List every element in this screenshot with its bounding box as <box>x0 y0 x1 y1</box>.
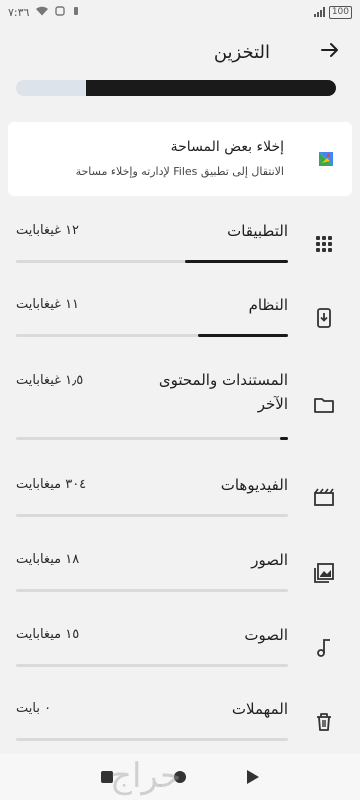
category-size: ١٢ غيغابايت <box>16 223 80 238</box>
status-bar: ٧:٣٦ 100 <box>0 0 360 24</box>
status-right: 100 <box>313 5 352 19</box>
category-label: المهملات <box>231 700 288 718</box>
back-button[interactable] <box>316 38 344 66</box>
vibrate-icon <box>71 6 81 19</box>
status-left: ٧:٣٦ <box>8 6 81 19</box>
category-size: ١١ غيغابايت <box>16 297 80 312</box>
storage-category-row[interactable]: الصوت ١٥ ميغابايت <box>0 616 360 680</box>
system-phone-icon <box>314 308 334 328</box>
category-label: المستندات والمحتوى الآخر <box>158 371 288 413</box>
watermark: حراج <box>110 756 182 796</box>
category-usage-track <box>16 738 288 741</box>
music-note-icon <box>314 638 334 658</box>
category-usage-track <box>16 437 288 440</box>
category-usage-track <box>16 514 288 517</box>
free-up-space-card[interactable]: إخلاء بعض المساحة الانتقال إلى تطبيق Fil… <box>8 122 352 196</box>
category-size: ٠ بايت <box>16 701 52 716</box>
notification-icon <box>55 5 66 19</box>
card-title: إخلاء بعض المساحة <box>170 139 284 155</box>
storage-category-row[interactable]: التطبيقات ١٢ غيغابايت <box>0 212 360 276</box>
category-usage-fill <box>198 334 288 337</box>
storage-usage-fill <box>86 80 336 96</box>
category-label: الصوت <box>244 626 288 644</box>
wifi-icon <box>35 6 49 19</box>
image-icon <box>314 563 334 583</box>
video-icon <box>314 488 334 508</box>
storage-usage-bar <box>16 80 336 96</box>
page-title: التخزين <box>213 41 270 63</box>
battery-icon: 100 <box>328 5 352 19</box>
category-label: التطبيقات <box>227 222 288 240</box>
app-bar: التخزين <box>0 24 360 80</box>
category-usage-track <box>16 334 288 337</box>
category-usage-fill <box>279 437 288 440</box>
category-size: ١٫٥ غيغابايت <box>16 373 84 388</box>
folder-icon <box>314 395 334 415</box>
storage-category-row[interactable]: النظام ١١ غيغابايت <box>0 286 360 350</box>
storage-category-row[interactable]: الصور ١٨ ميغابايت <box>0 541 360 605</box>
storage-category-row[interactable]: المهملات ٠ بايت <box>0 690 360 754</box>
category-usage-fill <box>184 260 288 263</box>
category-label: الفيديوهات <box>220 476 288 494</box>
trash-icon <box>314 712 334 732</box>
category-size: ١٨ ميغابايت <box>16 552 80 567</box>
category-label: النظام <box>248 296 288 314</box>
files-app-icon <box>316 149 336 169</box>
status-time: ٧:٣٦ <box>8 5 30 19</box>
arrow-right-icon <box>320 40 340 64</box>
category-usage-track <box>16 589 288 592</box>
category-label: الصور <box>251 551 288 569</box>
category-size: ١٥ ميغابايت <box>16 627 80 642</box>
triangle-back-icon[interactable] <box>247 770 260 784</box>
category-usage-track <box>16 664 288 667</box>
storage-category-row[interactable]: المستندات والمحتوى الآخر ١٫٥ غيغابايت <box>0 362 360 454</box>
category-size: ٣٠٤ ميغابايت <box>16 477 87 492</box>
apps-grid-icon <box>314 234 334 254</box>
signal-icon <box>313 7 325 17</box>
card-subtitle: الانتقال إلى تطبيق Files لإدارته وإخلاء … <box>75 165 284 178</box>
category-usage-track <box>16 260 288 263</box>
storage-category-row[interactable]: الفيديوهات ٣٠٤ ميغابايت <box>0 466 360 530</box>
